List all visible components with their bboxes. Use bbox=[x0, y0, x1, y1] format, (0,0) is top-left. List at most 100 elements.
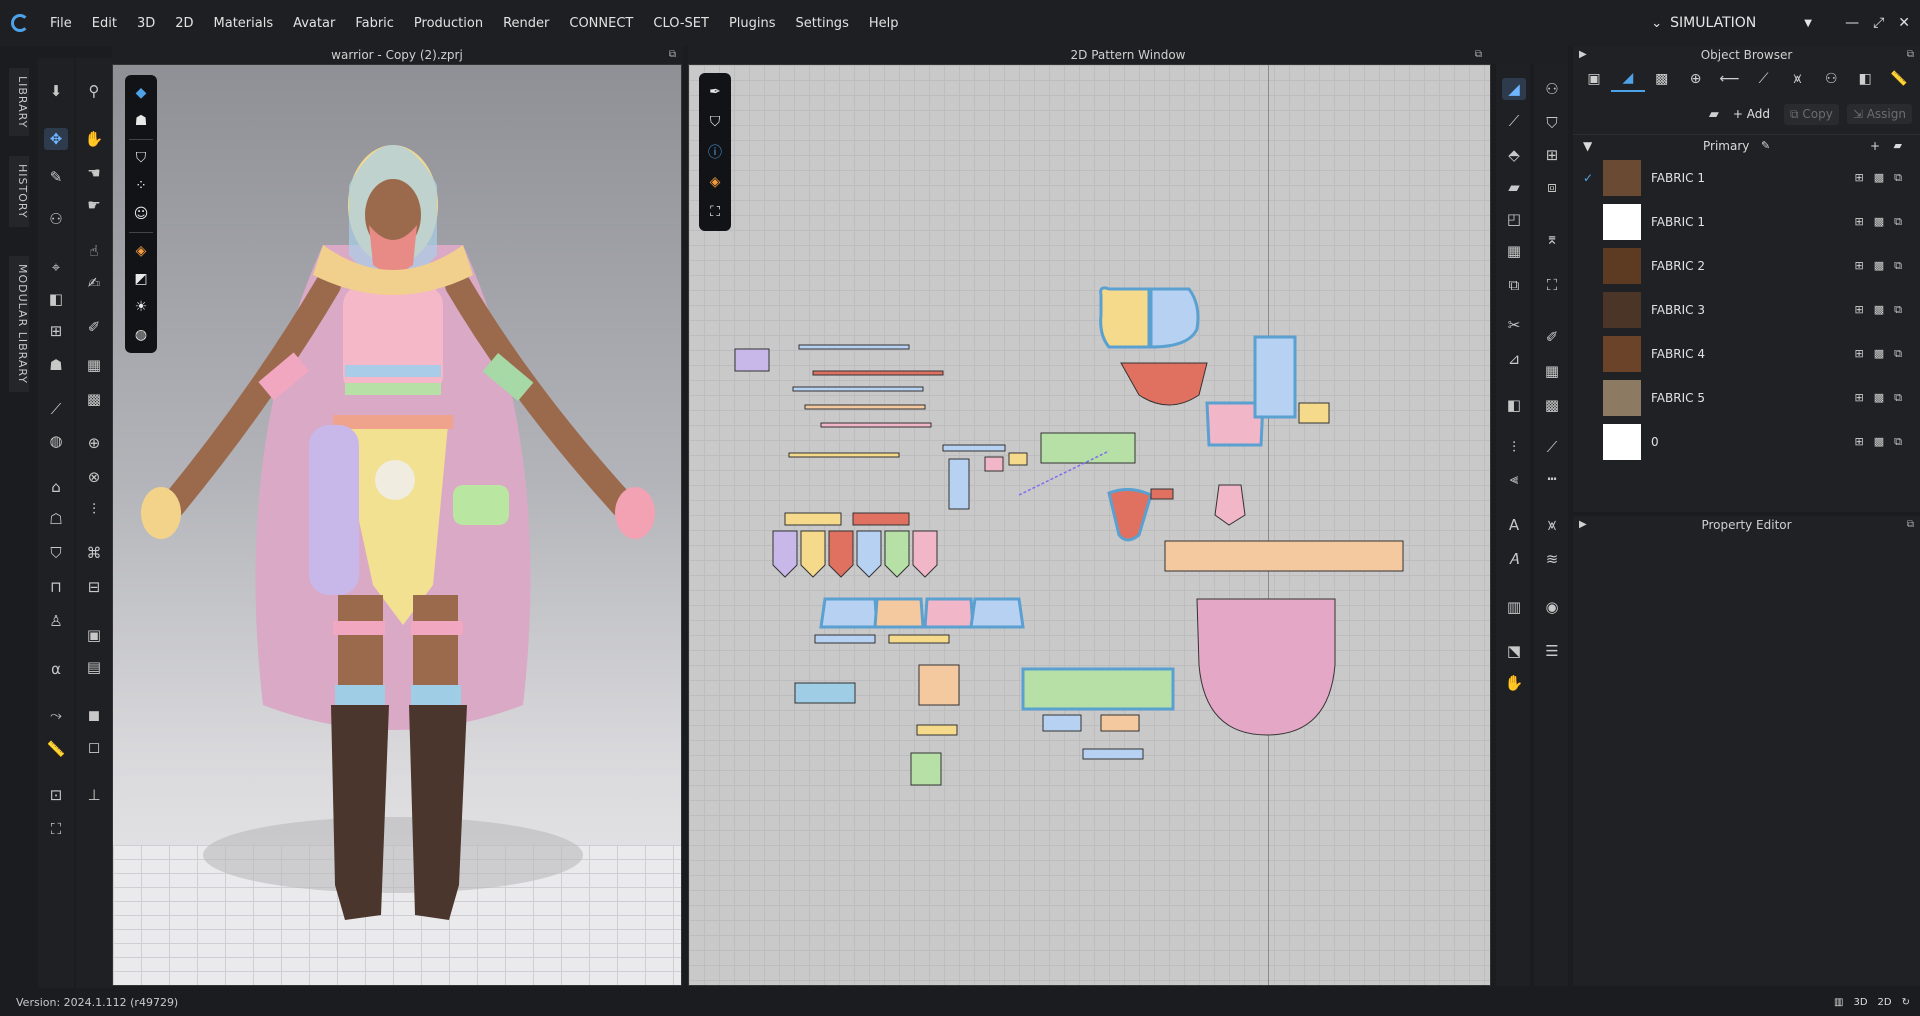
menu-help[interactable]: Help bbox=[859, 16, 909, 31]
duplicate-icon[interactable]: ⧉ bbox=[1894, 303, 1902, 317]
menu-file[interactable]: File bbox=[40, 16, 82, 31]
panel-icon[interactable]: ▤ bbox=[82, 656, 106, 678]
hatch-icon[interactable]: ▥ bbox=[1502, 596, 1526, 618]
avatar-pin-icon[interactable]: ⚇ bbox=[1540, 78, 1564, 100]
move-down-icon[interactable]: ⬇ bbox=[44, 80, 68, 102]
assign-button[interactable]: ⇲ Assign bbox=[1846, 104, 1912, 124]
iron-icon[interactable]: ⌆ bbox=[1540, 228, 1564, 250]
line-draw-icon[interactable]: ⟋ bbox=[1540, 436, 1564, 458]
zip-line-icon[interactable]: ⩙ bbox=[1540, 514, 1564, 536]
clo-logo-icon[interactable] bbox=[0, 0, 40, 46]
edit-pattern-icon[interactable]: ⟋ bbox=[1502, 110, 1526, 132]
walk-icon[interactable]: ⚲ bbox=[82, 80, 106, 102]
shirt-2d-b-icon[interactable]: ⛶ bbox=[1540, 274, 1564, 296]
split-view-icon[interactable]: ▥ bbox=[1834, 997, 1843, 1008]
pin-push-icon[interactable]: ⊥ bbox=[82, 784, 106, 806]
trim-icon[interactable]: ⊡ bbox=[44, 784, 68, 806]
check-icon[interactable]: ✓ bbox=[1573, 171, 1603, 185]
viewport-3d[interactable]: ◆ ☗ ⛉ ⁘ ☺ ◈ ◩ ☀ ◍ bbox=[112, 64, 682, 986]
hand-sew-icon[interactable]: ✍ bbox=[82, 272, 106, 294]
apply-icon[interactable]: ⊞ bbox=[1855, 215, 1864, 229]
texture-map-icon[interactable]: ▩ bbox=[1874, 303, 1884, 317]
cube-view-icon[interactable]: ◆ bbox=[125, 79, 157, 107]
menu-materials[interactable]: Materials bbox=[204, 16, 284, 31]
menu-connect[interactable]: CONNECT bbox=[559, 16, 643, 31]
duplicate-icon[interactable]: ⧉ bbox=[1894, 391, 1902, 405]
hand-tool-icon[interactable]: ✋ bbox=[82, 128, 106, 150]
text-tool-icon[interactable]: A bbox=[1502, 514, 1526, 536]
tuck-tool-icon[interactable]: ⊞ bbox=[44, 320, 68, 342]
light-view-icon[interactable]: ☀ bbox=[125, 293, 157, 321]
sewing-tool-icon[interactable]: ⌂ bbox=[44, 476, 68, 498]
cut-icon[interactable]: ✂ bbox=[1502, 314, 1526, 336]
tab-stitch-icon[interactable]: ⩙ bbox=[1780, 66, 1814, 92]
fabric-row[interactable]: FABRIC 4 ⊞ ▩ ⧉ bbox=[1573, 332, 1920, 376]
dashed-line-icon[interactable]: ┅ bbox=[1540, 468, 1564, 490]
transform-icon[interactable]: ⬘ bbox=[1502, 144, 1526, 166]
layers-icon[interactable]: ☰ bbox=[1540, 640, 1564, 662]
expand-arrow-icon[interactable]: ▶ bbox=[1579, 46, 1587, 64]
button-icon[interactable]: ⊕ bbox=[82, 432, 106, 454]
camera-icon[interactable]: ◉ bbox=[1540, 596, 1564, 618]
tab-texture-icon[interactable]: ▩ bbox=[1645, 66, 1679, 92]
menu-2d[interactable]: 2D bbox=[165, 16, 203, 31]
fit-tool-icon[interactable]: ☗ bbox=[44, 354, 68, 376]
apply-icon[interactable]: ⊞ bbox=[1855, 171, 1864, 185]
eraser-view-icon[interactable]: ◩ bbox=[125, 265, 157, 293]
brush-paint-icon[interactable]: ✐ bbox=[82, 316, 106, 338]
apply-icon[interactable]: ⊞ bbox=[1855, 347, 1864, 361]
folder-open-icon[interactable]: ▰ bbox=[1709, 107, 1719, 122]
fabric-row[interactable]: 0 ⊞ ▩ ⧉ bbox=[1573, 420, 1920, 464]
tab-button-icon[interactable]: ⊕ bbox=[1679, 66, 1713, 92]
mode-selector[interactable]: ⌄ SIMULATION ▼ bbox=[1651, 0, 1812, 46]
brush-2d-icon[interactable]: ✐ bbox=[1540, 326, 1564, 348]
fabric-row[interactable]: FABRIC 2 ⊞ ▩ ⧉ bbox=[1573, 244, 1920, 288]
menu-fabric[interactable]: Fabric bbox=[345, 16, 404, 31]
cube-edit-icon[interactable]: ⬔ bbox=[1502, 640, 1526, 662]
overlay-icon[interactable]: ⧈ bbox=[1540, 176, 1564, 198]
button-hole-icon[interactable]: ⊗ bbox=[82, 466, 106, 488]
folder-piece-icon[interactable]: ▰ bbox=[1502, 176, 1526, 198]
fold-tool-icon[interactable]: ◧ bbox=[44, 288, 68, 310]
view-2d-button[interactable]: 2D bbox=[1878, 997, 1892, 1008]
lock-piece-icon[interactable]: ⊞ bbox=[1540, 144, 1564, 166]
texture-map-icon[interactable]: ▩ bbox=[1874, 391, 1884, 405]
pin-tool-icon[interactable]: ⌖ bbox=[44, 256, 68, 278]
menu-production[interactable]: Production bbox=[404, 16, 493, 31]
texture-map-icon[interactable]: ▩ bbox=[1874, 259, 1884, 273]
restore-icon[interactable]: ⤢ bbox=[1873, 15, 1884, 31]
folder-group-icon[interactable]: ▰ bbox=[1894, 139, 1902, 152]
refresh-icon[interactable]: ↻ bbox=[1902, 997, 1910, 1008]
brush-icon[interactable]: ✎ bbox=[44, 166, 68, 188]
collapse-arrow-icon[interactable]: ▼ bbox=[1583, 139, 1592, 153]
user-view-icon[interactable]: ☺ bbox=[125, 200, 157, 228]
globe-view-icon[interactable]: ◍ bbox=[125, 321, 157, 349]
tab-line-icon[interactable]: ⟋ bbox=[1747, 66, 1781, 92]
figure-icon[interactable]: ♙ bbox=[44, 610, 68, 632]
zipper-icon[interactable]: ⫶ bbox=[82, 498, 106, 520]
menu-edit[interactable]: Edit bbox=[82, 16, 127, 31]
tab-library[interactable]: LIBRARY bbox=[9, 68, 29, 137]
menu-avatar[interactable]: Avatar bbox=[283, 16, 345, 31]
tab-pin-icon[interactable]: ⟵ bbox=[1713, 66, 1747, 92]
avatar-figure[interactable] bbox=[113, 65, 682, 986]
texture-map-icon[interactable]: ▩ bbox=[1874, 435, 1884, 449]
trim-piece-icon[interactable]: ⊟ bbox=[82, 576, 106, 598]
add-group-icon[interactable]: + bbox=[1870, 139, 1880, 153]
curve-icon[interactable]: ⤳ bbox=[44, 704, 68, 726]
ruler-icon[interactable]: 📏 bbox=[44, 738, 68, 760]
apply-icon[interactable]: ⊞ bbox=[1855, 303, 1864, 317]
fabric-group-header[interactable]: ▼ Primary ✎ + ▰ bbox=[1573, 134, 1920, 156]
minimize-icon[interactable]: — bbox=[1845, 15, 1859, 31]
tag-icon[interactable]: ⌘ bbox=[82, 542, 106, 564]
hand-select-icon[interactable]: ☚ bbox=[82, 162, 106, 184]
quilt-2d-icon[interactable]: ▩ bbox=[1540, 394, 1564, 416]
pen-tool-icon[interactable]: ✒ bbox=[699, 77, 731, 107]
edit-group-icon[interactable]: ✎ bbox=[1761, 139, 1770, 152]
texture-map-icon[interactable]: ▩ bbox=[1874, 347, 1884, 361]
view-3d-button[interactable]: 3D bbox=[1853, 997, 1867, 1008]
close-icon[interactable]: ✕ bbox=[1898, 15, 1910, 31]
tab-modular-library[interactable]: MODULAR LIBRARY bbox=[9, 256, 29, 393]
duplicate-icon[interactable]: ⧉ bbox=[1894, 435, 1902, 449]
dart-icon[interactable]: ⊿ bbox=[1502, 348, 1526, 370]
